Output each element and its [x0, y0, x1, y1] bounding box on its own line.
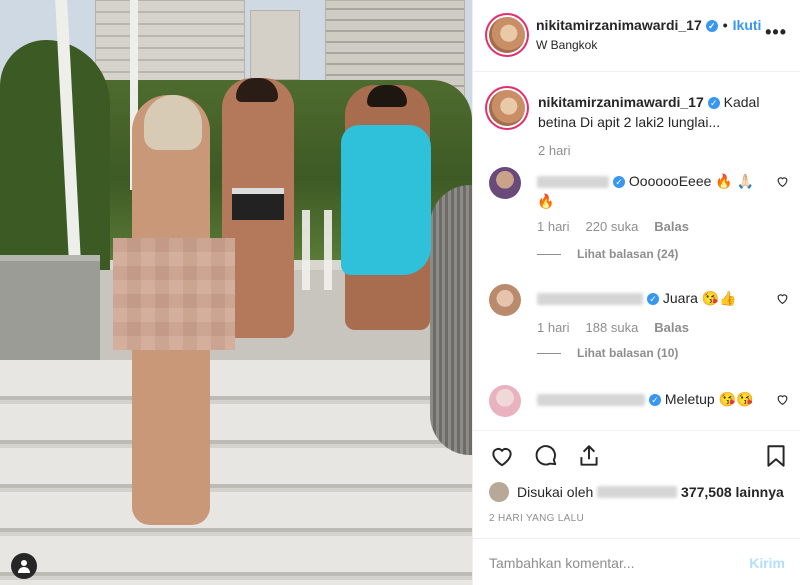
post-caption: nikitamirzanimawardi_17 ✓ Kadal betina Di… [538, 92, 788, 132]
comment-heart-icon[interactable] [776, 292, 789, 305]
photo-planter [0, 255, 100, 365]
comment-text-row: ✓ Juara 😘👍 [537, 288, 767, 308]
follow-button[interactable]: Ikuti [733, 17, 762, 33]
post-timestamp: 2 HARI YANG LALU [489, 513, 585, 524]
photo-steps [0, 360, 472, 585]
caption-author-avatar[interactable] [489, 90, 525, 126]
post-header: nikitamirzanimawardi_17 ✓ • Ikuti W Bangkok… [473, 0, 800, 72]
add-comment-bar: Kirim [473, 538, 800, 585]
commenter-avatar[interactable] [489, 284, 521, 316]
comment-text: Meletup 😘😘 [664, 391, 754, 407]
comment-time: 1 hari [537, 219, 570, 234]
caption-time: 2 hari [538, 143, 571, 158]
bookmark-icon[interactable] [763, 443, 789, 469]
liker-avatar[interactable] [489, 482, 509, 502]
comment-heart-icon[interactable] [776, 175, 789, 188]
comment-icon[interactable] [533, 443, 559, 469]
comment-meta: 1 hari 188 suka Balas [537, 320, 705, 335]
post-side-panel: nikitamirzanimawardi_17 ✓ • Ikuti W Bangkok… [472, 0, 800, 585]
photo-sculpture [430, 185, 472, 455]
reply-button[interactable]: Balas [654, 219, 689, 234]
commenter-avatar[interactable] [489, 167, 521, 199]
verified-badge-icon: ✓ [707, 97, 720, 110]
comment-text-row: ✓ OoooooEeee 🔥 🙏🏻 🔥 [537, 171, 767, 211]
likes-prefix: Disukai oleh [517, 484, 594, 500]
share-icon[interactable] [576, 443, 602, 469]
verified-badge-icon: ✓ [705, 20, 718, 33]
photo-building [250, 10, 300, 80]
comments-list[interactable]: nikitamirzanimawardi_17 ✓ Kadal betina Di… [473, 73, 800, 429]
instagram-post-modal: nikitamirzanimawardi_17 ✓ • Ikuti W Bangkok… [0, 0, 800, 585]
author-username[interactable]: nikitamirzanimawardi_17 [536, 17, 702, 33]
comment-text-row: ✓ Meletup 😘😘 [537, 389, 767, 409]
comment-text: Juara 😘👍 [662, 290, 737, 306]
commenter-username-redacted[interactable] [537, 176, 609, 189]
post-comment-button[interactable]: Kirim [749, 555, 785, 571]
comment-time: 1 hari [537, 320, 570, 335]
post-location[interactable]: W Bangkok [536, 38, 597, 52]
censor-mosaic [113, 238, 235, 350]
more-options-icon[interactable]: ••• [765, 22, 787, 43]
photo-person-right [341, 85, 431, 330]
verified-badge-icon: ✓ [647, 293, 659, 306]
likes-count[interactable]: 377,508 [681, 484, 732, 500]
verified-badge-icon: ✓ [649, 394, 661, 407]
likes-summary: Disukai oleh 377,508 lainnya [489, 480, 784, 504]
post-actions-bar [473, 430, 800, 478]
reply-button[interactable]: Balas [654, 320, 689, 335]
heart-icon[interactable] [489, 443, 515, 469]
caption-username[interactable]: nikitamirzanimawardi_17 [538, 94, 704, 110]
comment-meta: 1 hari 220 suka Balas [537, 219, 705, 234]
likes-suffix[interactable]: lainnya [736, 484, 784, 500]
liker-username-redacted[interactable] [597, 486, 678, 498]
view-replies-button[interactable]: Lihat balasan (10) [537, 346, 678, 360]
comment-likes[interactable]: 220 suka [586, 219, 639, 234]
commenter-avatar[interactable] [489, 385, 521, 417]
commenter-username-redacted[interactable] [537, 293, 643, 306]
comment-heart-icon[interactable] [776, 393, 789, 406]
verified-badge-icon: ✓ [613, 176, 625, 189]
separator-dot: • [722, 17, 728, 33]
commenter-username-redacted[interactable] [537, 394, 645, 407]
photo-hedge [0, 40, 110, 270]
comment-likes[interactable]: 188 suka [586, 320, 639, 335]
user-tag-icon[interactable] [11, 553, 37, 579]
author-header-row: nikitamirzanimawardi_17 ✓ • Ikuti [536, 17, 761, 33]
view-replies-button[interactable]: Lihat balasan (24) [537, 247, 678, 261]
post-photo[interactable] [0, 0, 472, 585]
add-comment-input[interactable] [489, 551, 729, 575]
author-avatar[interactable] [489, 17, 525, 53]
